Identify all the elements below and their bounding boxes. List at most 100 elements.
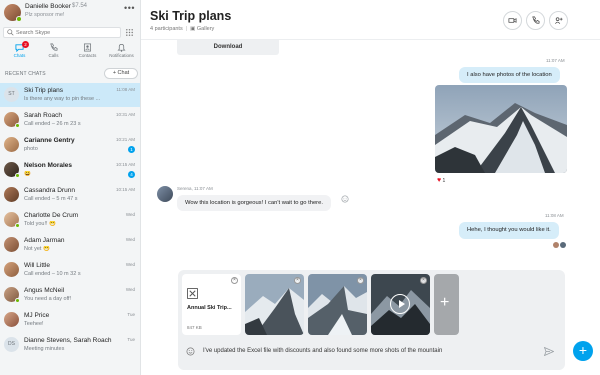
avatar — [4, 312, 19, 327]
sender-meta: Serena, 11:07 AM — [177, 186, 213, 191]
video-call-button[interactable] — [503, 11, 522, 30]
chat-time: 11:08 AM — [116, 87, 135, 92]
tab-calls[interactable]: Calls — [36, 41, 71, 63]
search-input[interactable] — [16, 28, 116, 37]
attachment-photo[interactable]: × — [308, 274, 367, 335]
search-icon — [7, 29, 14, 36]
chat-item-nelson-morales[interactable]: Nelson Morales 😀 10:15 AM 4 — [0, 158, 140, 182]
dialpad-icon[interactable] — [125, 28, 134, 37]
chat-time: Wed — [125, 262, 135, 267]
shared-photo-mountain[interactable] — [435, 85, 567, 173]
chat-item-charlotte-de-crum[interactable]: Charlotte De Crum Told you!! 😁 Wed — [0, 208, 140, 232]
chat-time: Tue — [127, 312, 135, 317]
chat-item-angus-mcneil[interactable]: Angus McNeil You need a day off! Wed — [0, 283, 140, 307]
chat-item-ski-trip-plans[interactable]: ST Ski Trip plans Is there any way to pi… — [0, 83, 140, 108]
audio-call-button[interactable] — [526, 11, 545, 30]
avatar: ST — [4, 87, 19, 102]
heart-icon[interactable]: ♥ — [437, 177, 441, 184]
chat-time: Wed — [125, 287, 135, 292]
avatar — [4, 137, 19, 152]
download-button[interactable]: Download — [177, 40, 279, 55]
more-options-icon[interactable]: ••• — [124, 3, 135, 13]
chat-preview: Not yet 😁 — [24, 246, 50, 252]
tab-notifications-label: Notifications — [109, 53, 134, 58]
profile-status-message[interactable]: Plz sponsor me! — [25, 12, 64, 18]
conversation-subtitle: 4 participants | ▣ Gallery — [150, 26, 214, 32]
tab-notifications[interactable]: Notifications — [104, 41, 139, 63]
chat-time: Wed — [125, 212, 135, 217]
recent-chats-header: RECENT CHATS + Chat — [0, 67, 140, 81]
attachment-photo[interactable]: × — [245, 274, 304, 335]
sender-avatar[interactable] — [157, 186, 173, 202]
chat-time: Tue — [127, 337, 135, 342]
tab-contacts[interactable]: Contacts — [70, 41, 105, 63]
gallery-link[interactable]: Gallery — [197, 26, 214, 32]
chat-time: 10:31 AM — [115, 112, 135, 117]
remove-attachment-icon[interactable]: × — [357, 277, 364, 284]
chat-item-will-little[interactable]: Will Little Call ended – 10 m 32 s Wed — [0, 258, 140, 282]
add-attachment-button[interactable]: + — [434, 274, 459, 335]
chat-time: 10:15 AM — [115, 162, 135, 167]
chat-name: Will Little — [24, 262, 51, 269]
chat-name: Dianne Stevens, Sarah Roach — [24, 337, 112, 344]
message-bubble-incoming[interactable]: Wow this location is gorgeous! I can't w… — [177, 195, 331, 211]
chat-item-mj-price[interactable]: MJ Price Teehee! Tue — [0, 308, 140, 332]
conversation-title[interactable]: Ski Trip plans — [150, 9, 231, 23]
new-chat-button[interactable]: + Chat — [104, 68, 138, 79]
reaction-row[interactable]: ♥ 1 — [437, 177, 445, 184]
chat-name: MJ Price — [24, 312, 50, 319]
emoji-icon[interactable] — [186, 347, 195, 356]
video-camera-icon — [508, 18, 517, 23]
chat-item-sarah-roach[interactable]: Sarah Roach Call ended – 26 m 23 s 10:31… — [0, 108, 140, 132]
participants-link[interactable]: 4 participants — [150, 26, 183, 32]
play-icon[interactable] — [390, 294, 410, 314]
tab-chats[interactable]: 2 Chats — [2, 41, 37, 63]
chat-preview: 😀 — [24, 171, 31, 177]
message-input[interactable]: I've updated the Excel file with discoun… — [203, 348, 442, 354]
attachment-video[interactable]: × — [371, 274, 430, 335]
main-nav: 2 Chats Calls Contacts Notifications — [0, 41, 140, 63]
contacts-icon — [83, 43, 92, 52]
read-receipt-avatar — [560, 242, 566, 248]
presence-online-icon — [15, 173, 20, 178]
chat-preview: Told you!! 😁 — [24, 221, 56, 227]
attachment-excel-file[interactable]: Annual Ski Trip... 847 KB × — [182, 274, 241, 335]
skype-credit[interactable]: $7.54 — [72, 3, 87, 9]
chat-name: Cassandra Drunn — [24, 187, 75, 194]
remove-attachment-icon[interactable]: × — [294, 277, 301, 284]
profile-header[interactable]: Danielle Booker $7.54 Plz sponsor me! ••… — [0, 0, 140, 26]
search-box[interactable] — [3, 27, 121, 38]
chats-unread-badge: 2 — [22, 41, 29, 48]
message-bubble-outgoing[interactable]: Hehe, I thought you would like it. — [459, 222, 559, 239]
presence-online-icon — [16, 16, 22, 22]
new-message-fab-button[interactable]: + — [573, 341, 593, 361]
chat-name: Nelson Morales — [24, 162, 73, 169]
tab-chats-label: Chats — [13, 53, 26, 58]
chat-item-dianne-stevens-sarah-roach[interactable]: DS Dianne Stevens, Sarah Roach Meeting m… — [0, 333, 140, 357]
avatar: DS — [4, 337, 19, 352]
send-icon[interactable] — [544, 347, 554, 356]
remove-attachment-icon[interactable]: × — [231, 277, 238, 284]
chat-preview: Call ended – 10 m 32 s — [24, 271, 81, 277]
message-bubble-outgoing[interactable]: I also have photos of the location — [459, 67, 560, 83]
chat-item-adam-jarman[interactable]: Adam Jarman Not yet 😁 Wed — [0, 233, 140, 257]
phone-icon — [532, 16, 540, 24]
chat-item-carianne-gentry[interactable]: Carianne Gentry photo 10:21 AM 1 — [0, 133, 140, 157]
presence-online-icon — [15, 223, 20, 228]
avatar — [4, 187, 19, 202]
gallery-icon[interactable]: ▣ — [190, 26, 197, 32]
chat-preview: Call ended – 5 m 47 s — [24, 196, 78, 202]
reaction-count: 1 — [442, 178, 446, 184]
avatar — [4, 237, 19, 252]
plus-icon: + — [440, 294, 450, 311]
read-receipts — [553, 242, 567, 248]
chat-preview: You need a day off! — [24, 296, 72, 302]
tab-contacts-label: Contacts — [78, 53, 97, 58]
remove-attachment-icon[interactable]: × — [420, 277, 427, 284]
chat-item-cassandra-drunn[interactable]: Cassandra Drunn Call ended – 5 m 47 s 10… — [0, 183, 140, 207]
add-reaction-icon[interactable] — [341, 195, 349, 203]
attachment-file-size: 847 KB — [187, 325, 202, 330]
recent-chats-dropdown[interactable]: RECENT CHATS — [5, 71, 46, 77]
add-people-button[interactable] — [549, 11, 568, 30]
tab-calls-label: Calls — [48, 53, 59, 58]
